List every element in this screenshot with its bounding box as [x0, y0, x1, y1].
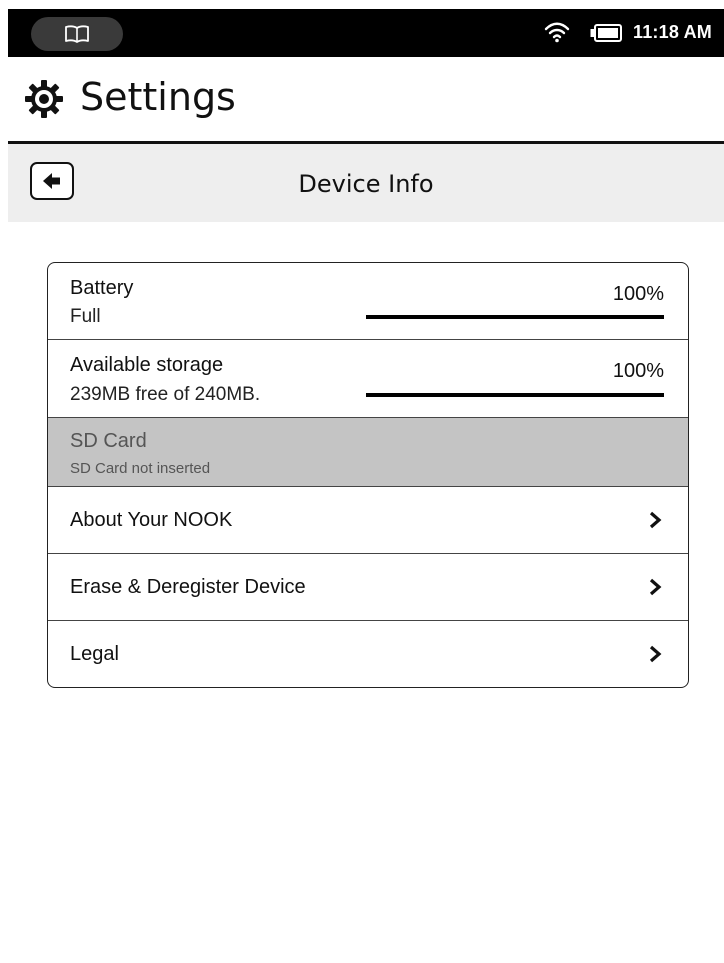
battery-label: Battery [70, 277, 134, 299]
storage-percent: 100% [612, 360, 664, 382]
storage-label: Available storage [70, 354, 224, 376]
erase-deregister-row[interactable]: Erase & Deregister Device [48, 554, 688, 621]
section-title: Device Info [298, 170, 434, 198]
chevron-right-icon [649, 645, 662, 663]
sd-card-label: SD Card [70, 430, 147, 452]
device-info-list: Battery Full 100% Available storage 239M… [47, 262, 689, 688]
sd-card-row: SD Card SD Card not inserted [48, 418, 688, 487]
storage-row: Available storage 239MB free of 240MB. 1… [48, 340, 688, 418]
battery-row: Battery Full 100% [48, 263, 688, 340]
chevron-right-icon [649, 578, 662, 596]
wifi-icon [544, 22, 570, 43]
legal-row[interactable]: Legal [48, 621, 688, 687]
battery-icon [590, 24, 622, 42]
battery-level-fill [366, 315, 664, 319]
about-nook-label: About Your NOOK [70, 509, 233, 531]
open-book-icon [65, 25, 89, 43]
gear-icon [25, 80, 63, 118]
legal-label: Legal [70, 643, 119, 665]
erase-deregister-label: Erase & Deregister Device [70, 576, 306, 598]
status-bar: 11:18 AM [8, 9, 724, 57]
storage-detail: 239MB free of 240MB. [70, 384, 261, 405]
library-button[interactable] [31, 17, 123, 51]
clock: 11:18 AM [633, 22, 712, 42]
battery-level-bar [366, 315, 664, 319]
page-header: Settings [8, 57, 724, 141]
battery-status: Full [70, 306, 101, 327]
page-title: Settings [80, 75, 236, 119]
about-nook-row[interactable]: About Your NOOK [48, 487, 688, 554]
chevron-right-icon [649, 511, 662, 529]
storage-level-bar [366, 393, 664, 397]
storage-level-fill [366, 393, 664, 397]
sub-header: Device Info [8, 144, 724, 222]
battery-percent: 100% [612, 283, 664, 305]
sd-card-status: SD Card not inserted [70, 460, 211, 477]
